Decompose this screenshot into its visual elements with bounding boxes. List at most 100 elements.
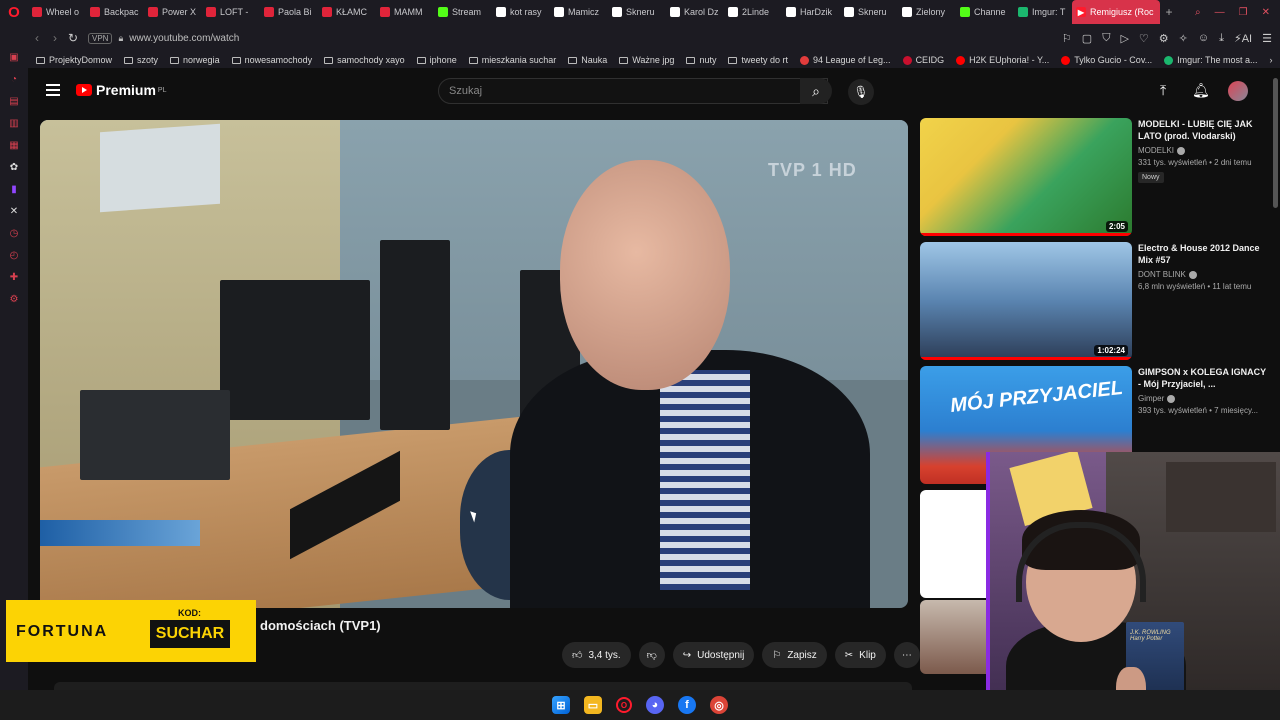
facebook-icon[interactable]: f: [678, 696, 696, 714]
aria-ai-button[interactable]: ⚡︎AI: [1234, 32, 1252, 45]
bookmark-item[interactable]: Nauka: [568, 55, 607, 65]
x-icon[interactable]: ✕: [7, 204, 21, 218]
tab[interactable]: kot rasy: [492, 0, 550, 24]
recommendation-title[interactable]: MODELKI - LUBIĘ CIĘ JAK LATO (prod. Vlod…: [1138, 118, 1268, 142]
lock-icon[interactable]: 🔒︎: [118, 33, 123, 44]
bookmark-icon[interactable]: ⚐: [1062, 32, 1072, 45]
twitch-icon[interactable]: ▮: [7, 182, 21, 196]
tab[interactable]: Mamicz: [550, 0, 608, 24]
voice-search-button[interactable]: 🎙︎: [848, 79, 874, 105]
bookmark-item[interactable]: nowesamochody: [231, 55, 312, 65]
wallet-icon[interactable]: ▥: [7, 116, 21, 130]
dislike-button[interactable]: 👎︎: [638, 642, 665, 668]
tab[interactable]: Zielony: [898, 0, 956, 24]
extensions-icon[interactable]: ✚: [7, 270, 21, 284]
video-thumbnail[interactable]: 1:02:24: [920, 242, 1132, 360]
video-thumbnail[interactable]: 2:05: [920, 118, 1132, 236]
tab[interactable]: HarDzik: [782, 0, 840, 24]
discord-icon[interactable]: ◕: [646, 696, 664, 714]
bookmark-item[interactable]: mieszkania suchar: [468, 55, 556, 65]
channel-name[interactable]: DONT BLINK: [1138, 270, 1197, 279]
search-input[interactable]: Szukaj: [438, 78, 828, 104]
recommendation-title[interactable]: Electro & House 2012 Dance Mix #57: [1138, 242, 1268, 266]
bookmark-item[interactable]: tweety do rt: [728, 55, 788, 65]
share-button[interactable]: ↪ Udostępnij: [672, 642, 755, 668]
bookmark-item[interactable]: szoty: [124, 55, 158, 65]
tab[interactable]: Backpac: [86, 0, 144, 24]
minimize-button[interactable]: —: [1215, 7, 1225, 18]
snapshot-icon[interactable]: ▢: [1082, 32, 1092, 45]
bookmark-item[interactable]: Ważne jpg: [619, 55, 674, 65]
messenger-icon[interactable]: ◔: [7, 72, 21, 86]
home-icon[interactable]: ▣: [7, 50, 21, 64]
video-player[interactable]: TVP 1 HD: [40, 120, 908, 608]
tab[interactable]: MAMM: [376, 0, 434, 24]
upload-icon[interactable]: ⤒: [1160, 82, 1166, 99]
page-scrollbar[interactable]: [1273, 78, 1278, 208]
clip-button[interactable]: ✂ Klip: [834, 642, 886, 668]
extension-icon[interactable]: ✧: [1179, 32, 1188, 45]
tab[interactable]: LOFT -: [202, 0, 260, 24]
tab[interactable]: Skneru: [608, 0, 666, 24]
more-actions-button[interactable]: ⋯: [893, 642, 920, 668]
bookmark-item[interactable]: Tylko Gucio - Cov...: [1061, 55, 1152, 65]
menu-hamburger-icon[interactable]: [46, 84, 60, 96]
more-bookmarks-icon[interactable]: ›: [1270, 55, 1273, 65]
profile-icon[interactable]: ☺: [1198, 32, 1209, 44]
clock-icon[interactable]: ◴: [7, 248, 21, 262]
tab[interactable]: Skneru: [840, 0, 898, 24]
opera-icon[interactable]: O: [616, 697, 632, 713]
easy-setup-icon[interactable]: ⚙: [1159, 32, 1169, 45]
tab[interactable]: Stream: [434, 0, 492, 24]
bookmark-item[interactable]: norwegia: [170, 55, 220, 65]
recommendation-item[interactable]: 2:05 MODELKI - LUBIĘ CIĘ JAK LATO (prod.…: [920, 118, 1280, 242]
back-button[interactable]: ‹: [28, 31, 46, 45]
youtube-premium-logo[interactable]: Premium PL: [76, 82, 166, 98]
bookmark-item[interactable]: CEIDG: [902, 55, 944, 65]
tab[interactable]: Power X: [144, 0, 202, 24]
tab[interactable]: KŁAMC: [318, 0, 376, 24]
adblock-icon[interactable]: ⛉: [1102, 32, 1110, 45]
bookmark-item[interactable]: 94 League of Leg...: [799, 55, 891, 65]
forward-button[interactable]: ›: [46, 31, 64, 45]
windows-start-icon[interactable]: ⊞: [552, 696, 570, 714]
maximize-button[interactable]: ❐: [1239, 7, 1248, 18]
settings-icon[interactable]: ⚙: [7, 292, 21, 306]
notifications-bell-icon[interactable]: 🔔︎: [1192, 82, 1210, 99]
chrome-icon[interactable]: ◎: [710, 696, 728, 714]
download-icon[interactable]: ⤓: [1219, 32, 1224, 45]
bookmark-item[interactable]: iphone: [416, 55, 457, 65]
like-button[interactable]: 👍︎ 3,4 tys.: [562, 642, 631, 668]
briefcase-icon[interactable]: ▤: [7, 94, 21, 108]
channel-name[interactable]: Gimper: [1138, 394, 1176, 403]
bookmark-item[interactable]: samochody xayo: [324, 55, 405, 65]
url-field[interactable]: www.youtube.com/watch: [129, 33, 239, 44]
search-tabs-icon[interactable]: ⌕: [1195, 7, 1201, 18]
avatar[interactable]: [1228, 81, 1248, 101]
play-icon[interactable]: ▷: [1120, 32, 1128, 45]
bookmark-item[interactable]: H2K EUphoria! - Y...: [956, 55, 1049, 65]
close-button[interactable]: ✕: [1262, 7, 1270, 18]
tab-active[interactable]: ▶ Remigiusz (Roc: [1072, 0, 1160, 24]
new-tab-button[interactable]: +: [1160, 5, 1178, 19]
vpn-badge[interactable]: VPN: [88, 32, 113, 44]
tab[interactable]: Paola Bi: [260, 0, 318, 24]
history-icon[interactable]: ◷: [7, 226, 21, 240]
tab[interactable]: Wheel o: [28, 0, 86, 24]
mail-icon[interactable]: ▦: [7, 138, 21, 152]
heart-icon[interactable]: ♡: [1139, 32, 1149, 45]
save-button[interactable]: ⚐ Zapisz: [762, 642, 827, 668]
tab[interactable]: Karol Dz: [666, 0, 724, 24]
menu-icon[interactable]: ☰: [1262, 32, 1272, 45]
opera-logo-icon[interactable]: O: [0, 0, 28, 24]
recommendation-title[interactable]: GIMPSON x KOLEGA IGNACY - Mój Przyjaciel…: [1138, 366, 1268, 390]
bookmark-item[interactable]: nuty: [686, 55, 716, 65]
search-button[interactable]: ⌕: [800, 78, 832, 104]
recommendation-item[interactable]: 1:02:24 Electro & House 2012 Dance Mix #…: [920, 242, 1280, 366]
reload-button[interactable]: ↻: [64, 31, 82, 45]
bookmark-item[interactable]: Imgur: The most a...: [1164, 55, 1258, 65]
bookmark-item[interactable]: ProjektyDomow: [36, 55, 112, 65]
tab[interactable]: Channe: [956, 0, 1014, 24]
chatgpt-icon[interactable]: ✿: [7, 160, 21, 174]
tab[interactable]: 2Linde: [724, 0, 782, 24]
